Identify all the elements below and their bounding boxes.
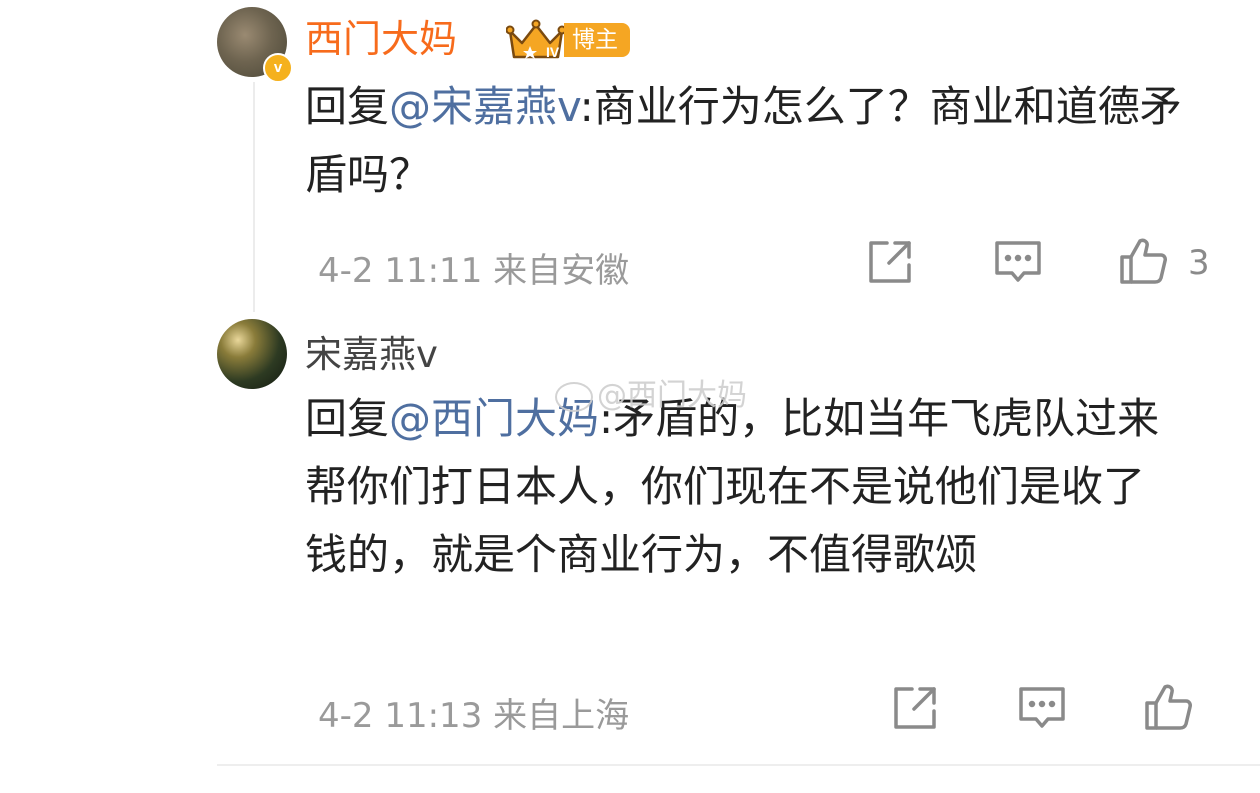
comment-time: 4-2 11:11 xyxy=(318,251,483,291)
username[interactable]: 西门大妈 xyxy=(305,20,457,58)
comment-icon[interactable] xyxy=(993,237,1043,287)
watermark-text: @西门大妈 xyxy=(597,378,747,413)
comment-meta: 4-2 11:13 来自上海 xyxy=(318,688,629,737)
verified-icon: v xyxy=(263,53,293,83)
watermark: @西门大妈 xyxy=(555,370,747,414)
comment-text: 回复@宋嘉燕v:商业行为怎么了？商业和道德矛盾吗？ xyxy=(305,73,1185,209)
avatar[interactable] xyxy=(217,319,287,389)
blogger-badge: IV 博主 xyxy=(506,17,634,63)
reply-prefix: 回复 xyxy=(305,82,390,131)
badge-label: 博主 xyxy=(564,23,630,57)
mention-link[interactable]: @宋嘉燕v xyxy=(389,82,580,131)
comment-location: 来自安徽 xyxy=(493,251,630,291)
comment-time: 4-2 11:13 xyxy=(318,696,483,736)
weibo-logo-icon xyxy=(555,381,593,412)
comment-icon[interactable] xyxy=(1017,683,1067,733)
svg-text:IV: IV xyxy=(546,44,560,60)
thumbs-up-icon[interactable] xyxy=(1143,681,1193,731)
crown-icon: IV xyxy=(506,19,566,60)
comment-location: 来自上海 xyxy=(493,696,630,736)
comment-item: v 西门大妈 IV 博主 回复@宋嘉燕v:商业行为怎么了？商业和道德矛盾吗？ 4… xyxy=(0,0,1260,310)
divider xyxy=(217,764,1260,766)
share-icon[interactable] xyxy=(865,237,915,287)
like-count: 3 xyxy=(1188,243,1210,283)
thumbs-up-icon[interactable] xyxy=(1118,235,1168,285)
share-icon[interactable] xyxy=(890,683,940,733)
comment-meta: 4-2 11:11 来自安徽 xyxy=(318,243,629,292)
reply-prefix: 回复 xyxy=(305,394,390,443)
username[interactable]: 宋嘉燕v xyxy=(305,336,438,373)
comment-text: 回复@西门大妈:矛盾的，比如当年飞虎队过来帮你们打日本人，你们现在不是说他们是收… xyxy=(305,385,1185,589)
